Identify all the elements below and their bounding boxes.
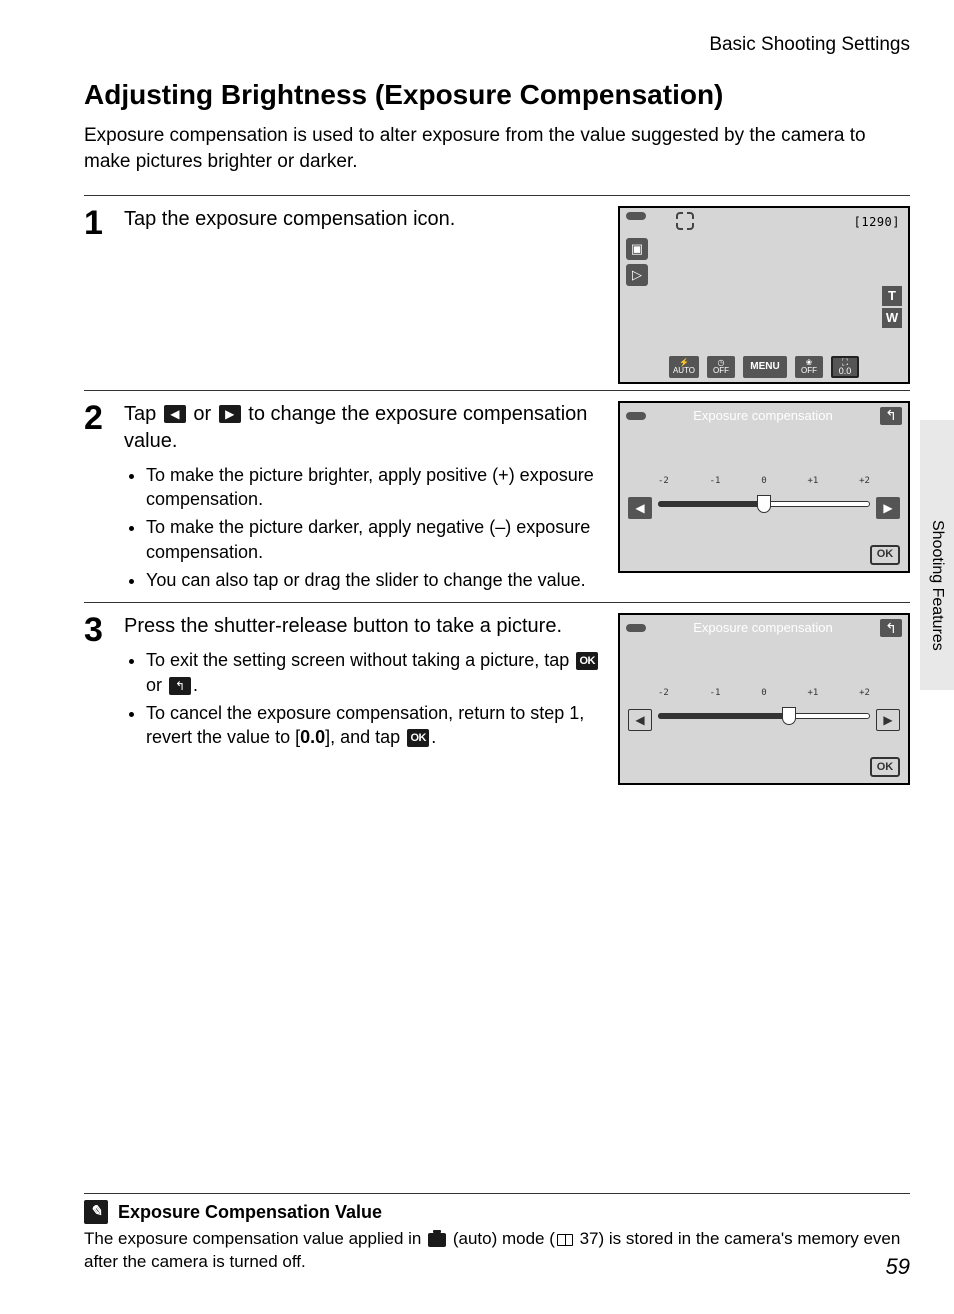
slider-thumb[interactable] xyxy=(757,495,771,513)
footnote-heading: Exposure Compensation Value xyxy=(118,1200,382,1224)
flash-auto-icon[interactable]: ⚡AUTO xyxy=(669,356,699,378)
lcd-title: Exposure compensation xyxy=(652,407,874,425)
step-3: 3 Press the shutter-release button to ta… xyxy=(84,613,910,785)
lcd-screen-1: [1290] ▣ ▷ T W ⚡AUTO ◷OFF MENU ❀OFF ⛶0.0 xyxy=(618,206,910,384)
step-2-bullet-1: To make the picture brighter, apply posi… xyxy=(146,463,604,512)
step-3-heading: Press the shutter-release button to take… xyxy=(124,613,604,640)
increase-arrow[interactable]: ▶ xyxy=(876,497,900,519)
left-arrow-icon: ◀ xyxy=(164,405,186,423)
footnote: ✎ Exposure Compensation Value The exposu… xyxy=(84,1193,910,1274)
focus-area-icon xyxy=(676,212,694,230)
lcd-screen-2: Exposure compensation ↰ ◀ -2-10+1+2 ▶ xyxy=(618,401,910,573)
playback-mode-icon[interactable]: ▷ xyxy=(626,264,648,286)
page-title: Adjusting Brightness (Exposure Compensat… xyxy=(84,76,910,114)
ok-icon: OK xyxy=(407,729,429,747)
step-2-bullet-2: To make the picture darker, apply negati… xyxy=(146,515,604,564)
step-1-heading: Tap the exposure compensation icon. xyxy=(124,206,604,233)
divider xyxy=(84,195,910,196)
step-2: 2 Tap ◀ or ▶ to change the exposure comp… xyxy=(84,401,910,596)
menu-button[interactable]: MENU xyxy=(743,356,787,378)
slider-thumb[interactable] xyxy=(782,707,796,725)
step-1: 1 Tap the exposure compensation icon. [1… xyxy=(84,206,910,384)
back-icon: ↰ xyxy=(169,677,191,695)
divider xyxy=(84,602,910,603)
exposure-comp-icon[interactable]: ⛶0.0 xyxy=(831,356,859,378)
camera-icon xyxy=(428,1233,446,1247)
page-ref-icon xyxy=(557,1234,573,1246)
divider xyxy=(84,390,910,391)
exposure-slider[interactable]: -2-10+1+2 xyxy=(658,705,870,735)
battery-icon xyxy=(626,412,646,420)
selftimer-off-icon[interactable]: ◷OFF xyxy=(707,356,735,378)
step-1-number: 1 xyxy=(84,206,112,240)
page-number: 59 xyxy=(886,1252,910,1282)
intro-paragraph: Exposure compensation is used to alter e… xyxy=(84,123,910,174)
slider-ticks: -2-10+1+2 xyxy=(658,687,870,699)
macro-off-icon[interactable]: ❀OFF xyxy=(795,356,823,378)
zoom-wide-icon[interactable]: W xyxy=(882,308,902,328)
shot-counter: [1290] xyxy=(854,214,900,230)
lcd-screen-3: Exposure compensation ↰ ◀ -2-10+1+2 ▶ xyxy=(618,613,910,785)
battery-icon xyxy=(626,212,646,220)
ok-button[interactable]: OK xyxy=(870,757,900,777)
ok-icon: OK xyxy=(576,652,598,670)
header-section-label: Basic Shooting Settings xyxy=(84,32,910,58)
shoot-mode-icon[interactable]: ▣ xyxy=(626,238,648,260)
back-button[interactable]: ↰ xyxy=(880,407,902,425)
ok-button[interactable]: OK xyxy=(870,545,900,565)
increase-arrow[interactable]: ▶ xyxy=(876,709,900,731)
step-3-bullet-2: To cancel the exposure compensation, ret… xyxy=(146,701,604,750)
lcd-title: Exposure compensation xyxy=(652,619,874,637)
zoom-tele-icon[interactable]: T xyxy=(882,286,902,306)
step-2-bullet-3: You can also tap or drag the slider to c… xyxy=(146,568,604,592)
step-3-number: 3 xyxy=(84,613,112,647)
right-arrow-icon: ▶ xyxy=(219,405,241,423)
slider-ticks: -2-10+1+2 xyxy=(658,475,870,487)
note-icon: ✎ xyxy=(84,1200,108,1224)
battery-icon xyxy=(626,624,646,632)
back-button[interactable]: ↰ xyxy=(880,619,902,637)
decrease-arrow[interactable]: ◀ xyxy=(628,709,652,731)
step-3-bullet-1: To exit the setting screen without takin… xyxy=(146,648,604,697)
footnote-text: The exposure compensation value applied … xyxy=(84,1228,910,1274)
exposure-slider[interactable]: -2-10+1+2 xyxy=(658,493,870,523)
side-section-label: Shooting Features xyxy=(926,520,948,651)
decrease-arrow[interactable]: ◀ xyxy=(628,497,652,519)
step-2-heading: Tap ◀ or ▶ to change the exposure compen… xyxy=(124,401,604,455)
step-2-number: 2 xyxy=(84,401,112,435)
